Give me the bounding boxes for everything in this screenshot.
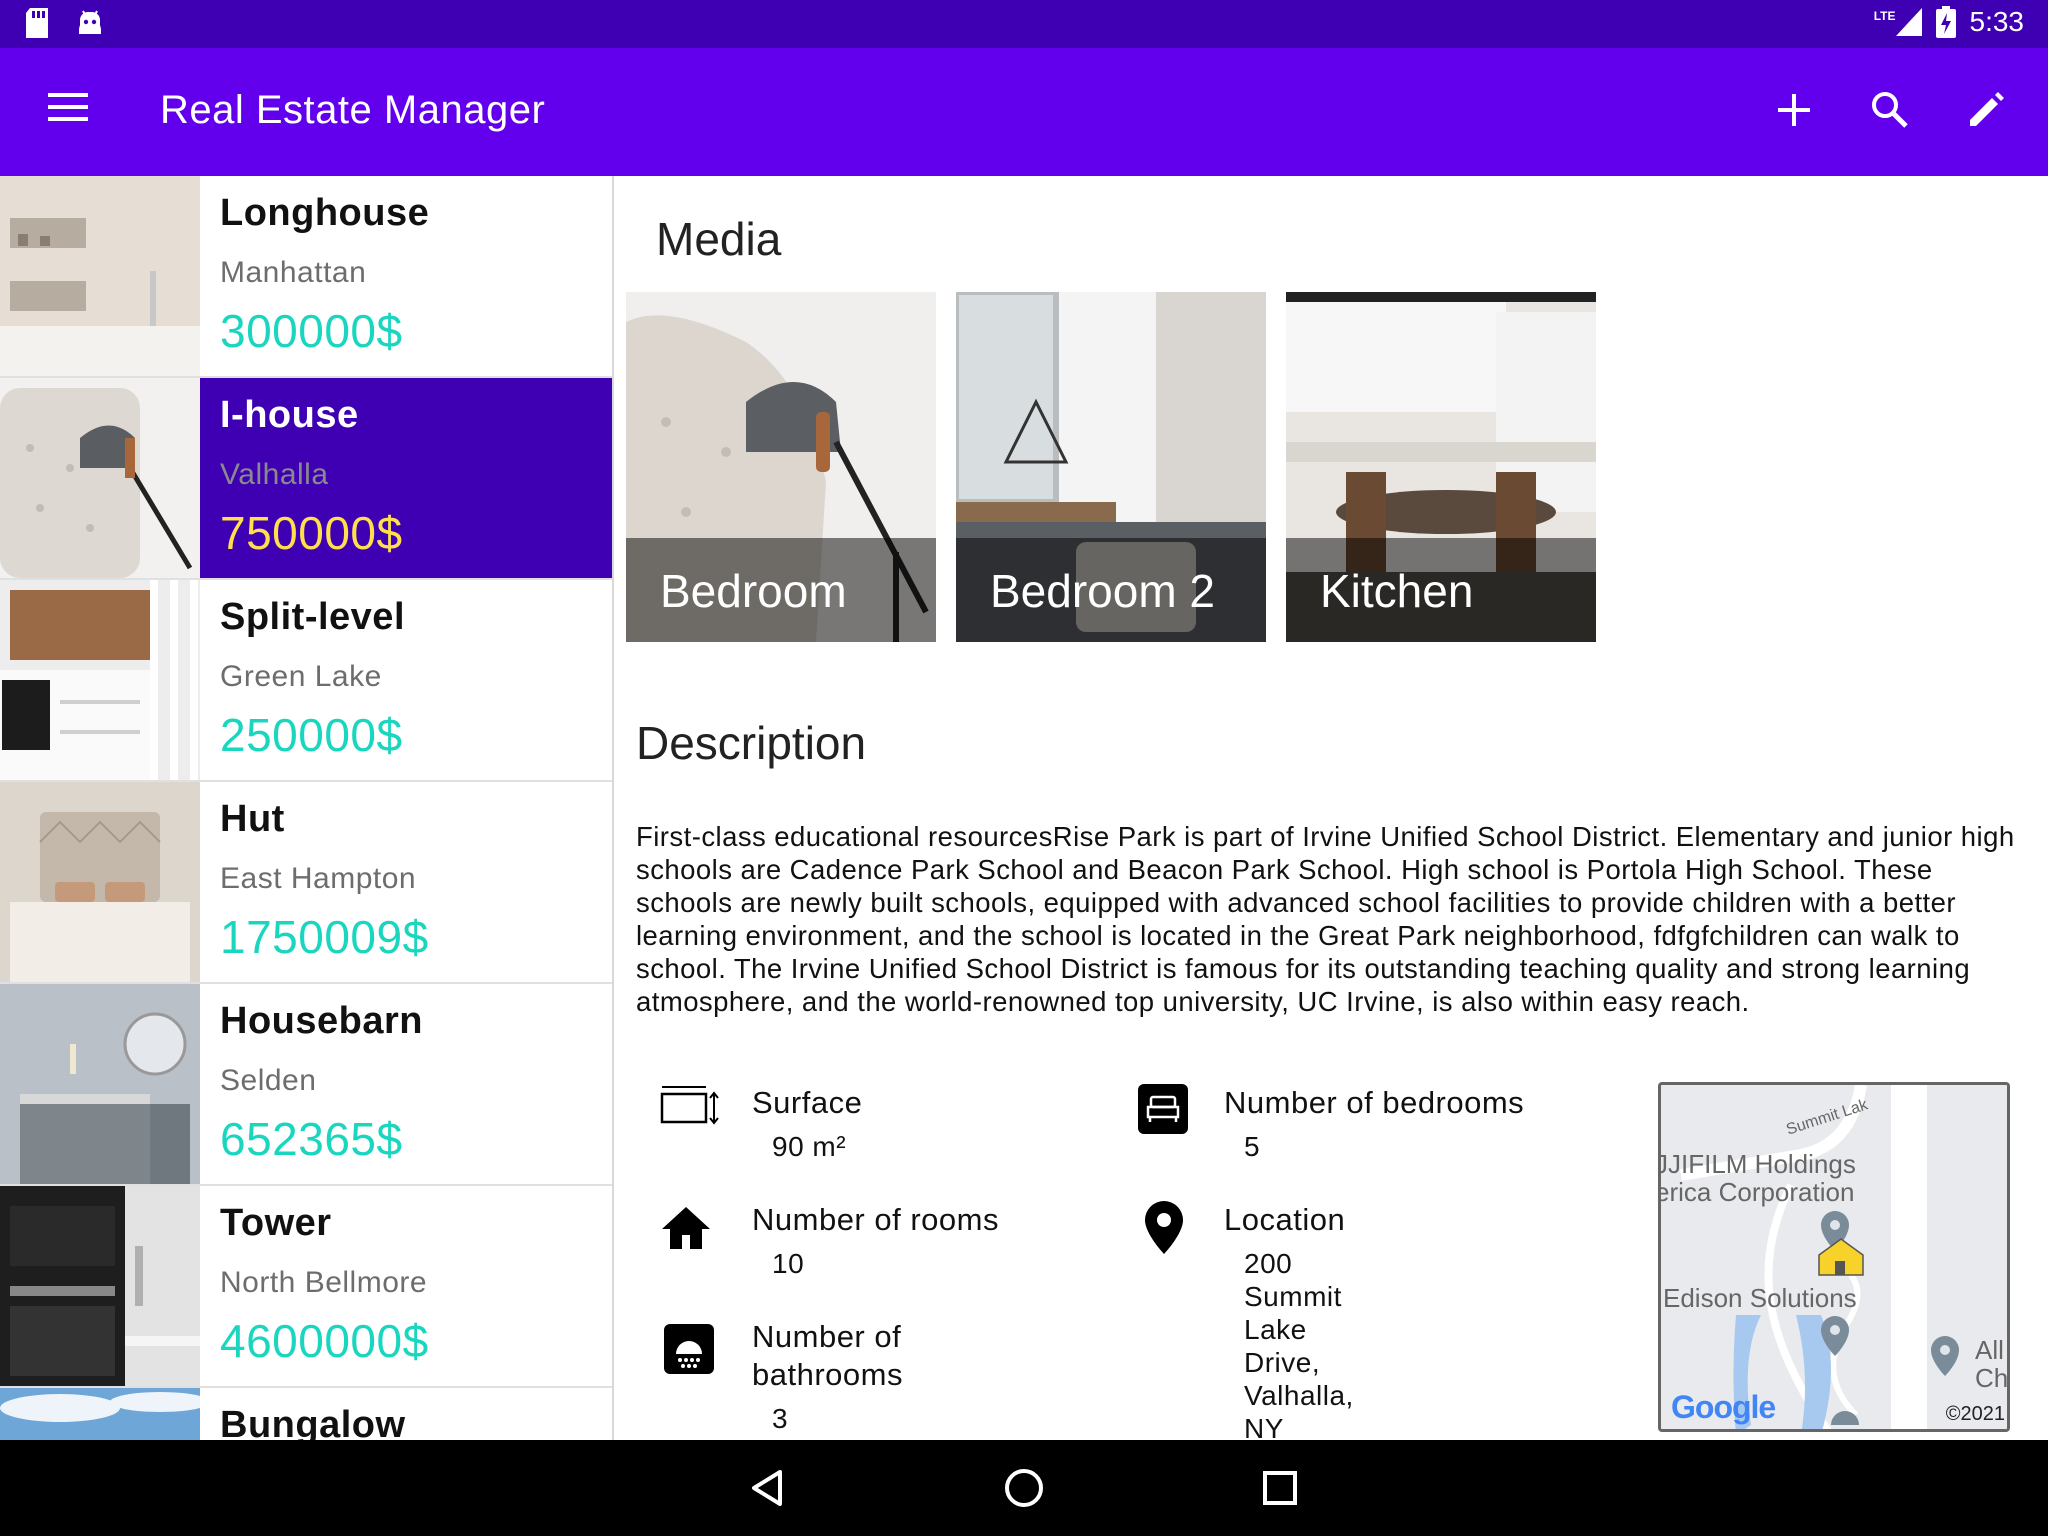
property-name: Hut (220, 798, 285, 840)
property-city: Selden (220, 1064, 317, 1097)
signal-icon (1895, 8, 1922, 36)
clock: 5:33 (1969, 6, 2025, 37)
property-name: Longhouse (220, 192, 430, 234)
property-city: Green Lake (220, 660, 382, 693)
property-item[interactable]: Split-level Green Lake 250000$ (0, 580, 612, 782)
bedrooms-value: 5 (1244, 1131, 1261, 1162)
property-name: Bungalow (220, 1404, 406, 1440)
bathrooms-value: 3 (772, 1403, 789, 1434)
property-thumbnail (0, 1186, 200, 1386)
edit-icon[interactable] (1964, 88, 2008, 132)
media-gallery: Bedroom Bedroom 2 Kitchen (626, 292, 1596, 642)
bedrooms-label: Number of bedrooms (1224, 1085, 1525, 1120)
media-item[interactable]: Bedroom (626, 292, 936, 642)
property-thumbnail (0, 176, 200, 376)
property-item[interactable]: Longhouse Manhattan 300000$ (0, 176, 612, 378)
property-item[interactable]: Housebarn Selden 652365$ (0, 984, 612, 1186)
sd-card-icon (26, 8, 48, 38)
home-icon (662, 1207, 710, 1249)
map-label-poi: Edison Solutions (1663, 1283, 1857, 1313)
property-name: Tower (220, 1202, 332, 1244)
search-icon[interactable] (1868, 88, 1912, 132)
app-bar: Real Estate Manager (0, 48, 2048, 176)
location-map[interactable]: Summit Lak JJIFILM Holdings erica Corpor… (1658, 1082, 2010, 1432)
add-icon[interactable] (1772, 88, 1816, 132)
property-name: Housebarn (220, 1000, 423, 1042)
property-price: 250000$ (220, 709, 403, 761)
location-value: 200 Summit Lake Drive, Valhalla, NY 1059… (1244, 1248, 1354, 1440)
property-price: 4600000$ (220, 1315, 429, 1367)
property-price: 300000$ (220, 305, 403, 357)
map-label-poi: erica Corporation (1658, 1177, 1855, 1207)
property-price: 652365$ (220, 1113, 403, 1165)
property-thumbnail (0, 580, 200, 780)
map-tiles (1661, 1085, 2007, 1429)
surface-icon (660, 1086, 719, 1125)
media-item[interactable]: Bedroom 2 (956, 292, 1266, 642)
bed-icon (1138, 1084, 1188, 1134)
map-label-poi: JJIFILM Holdings (1658, 1149, 1856, 1179)
property-list: Longhouse Manhattan 300000$ I-house Valh… (0, 176, 614, 1440)
location-pin-icon (1145, 1201, 1183, 1254)
property-city: Valhalla (220, 458, 329, 491)
description-heading: Description (636, 717, 867, 769)
map-copyright: ©2021 (1945, 1403, 2005, 1425)
property-item[interactable]: Tower North Bellmore 4600000$ (0, 1186, 612, 1388)
property-item[interactable]: Hut East Hampton 1750009$ (0, 782, 612, 984)
surface-value: 90 m² (772, 1131, 847, 1162)
property-thumbnail (0, 378, 200, 578)
property-item[interactable]: Bungalow (0, 1388, 612, 1440)
property-detail: Media Bedroom Bedroom 2 Kitchen Descript… (616, 176, 2048, 1440)
app-title: Real Estate Manager (160, 88, 546, 132)
media-item[interactable]: Kitchen (1286, 292, 1596, 642)
shower-icon (664, 1324, 714, 1374)
android-debug-icon (79, 10, 101, 34)
recents-icon[interactable] (1262, 1470, 1298, 1506)
surface-label: Surface (752, 1085, 863, 1120)
property-name: Split-level (220, 596, 405, 638)
home-button-icon[interactable] (1003, 1467, 1045, 1509)
media-caption: Kitchen (1286, 538, 1596, 642)
rooms-label: Number of rooms (752, 1202, 999, 1237)
network-type: LTE (1873, 9, 1896, 23)
bathrooms-label: Number of bathrooms (752, 1319, 903, 1392)
property-thumbnail (0, 984, 200, 1184)
media-caption: Bedroom (626, 538, 936, 642)
property-thumbnail (0, 782, 200, 982)
google-logo: Google (1671, 1389, 1776, 1425)
back-icon[interactable] (748, 1468, 788, 1508)
property-city: Manhattan (220, 256, 367, 289)
property-name: I-house (220, 394, 359, 436)
navigation-bar (0, 1440, 2048, 1536)
status-bar: LTE 5:33 (0, 0, 2048, 48)
property-item-selected[interactable]: I-house Valhalla 750000$ (0, 378, 612, 580)
rooms-value: 10 (772, 1248, 805, 1279)
media-caption: Bedroom 2 (956, 538, 1266, 642)
map-label-poi: Ch (1975, 1363, 2009, 1393)
map-label-poi: All (1975, 1335, 2004, 1365)
menu-icon[interactable] (48, 92, 88, 122)
property-city: East Hampton (220, 862, 417, 895)
media-heading: Media (656, 213, 782, 265)
property-thumbnail (0, 1388, 200, 1440)
property-price: 750000$ (220, 507, 403, 559)
property-price: 1750009$ (220, 911, 429, 963)
battery-charging-icon (1935, 6, 1956, 38)
property-city: North Bellmore (220, 1266, 428, 1299)
location-label: Location (1224, 1202, 1346, 1237)
description-text: First-class educational resourcesRise Pa… (636, 821, 2015, 1017)
